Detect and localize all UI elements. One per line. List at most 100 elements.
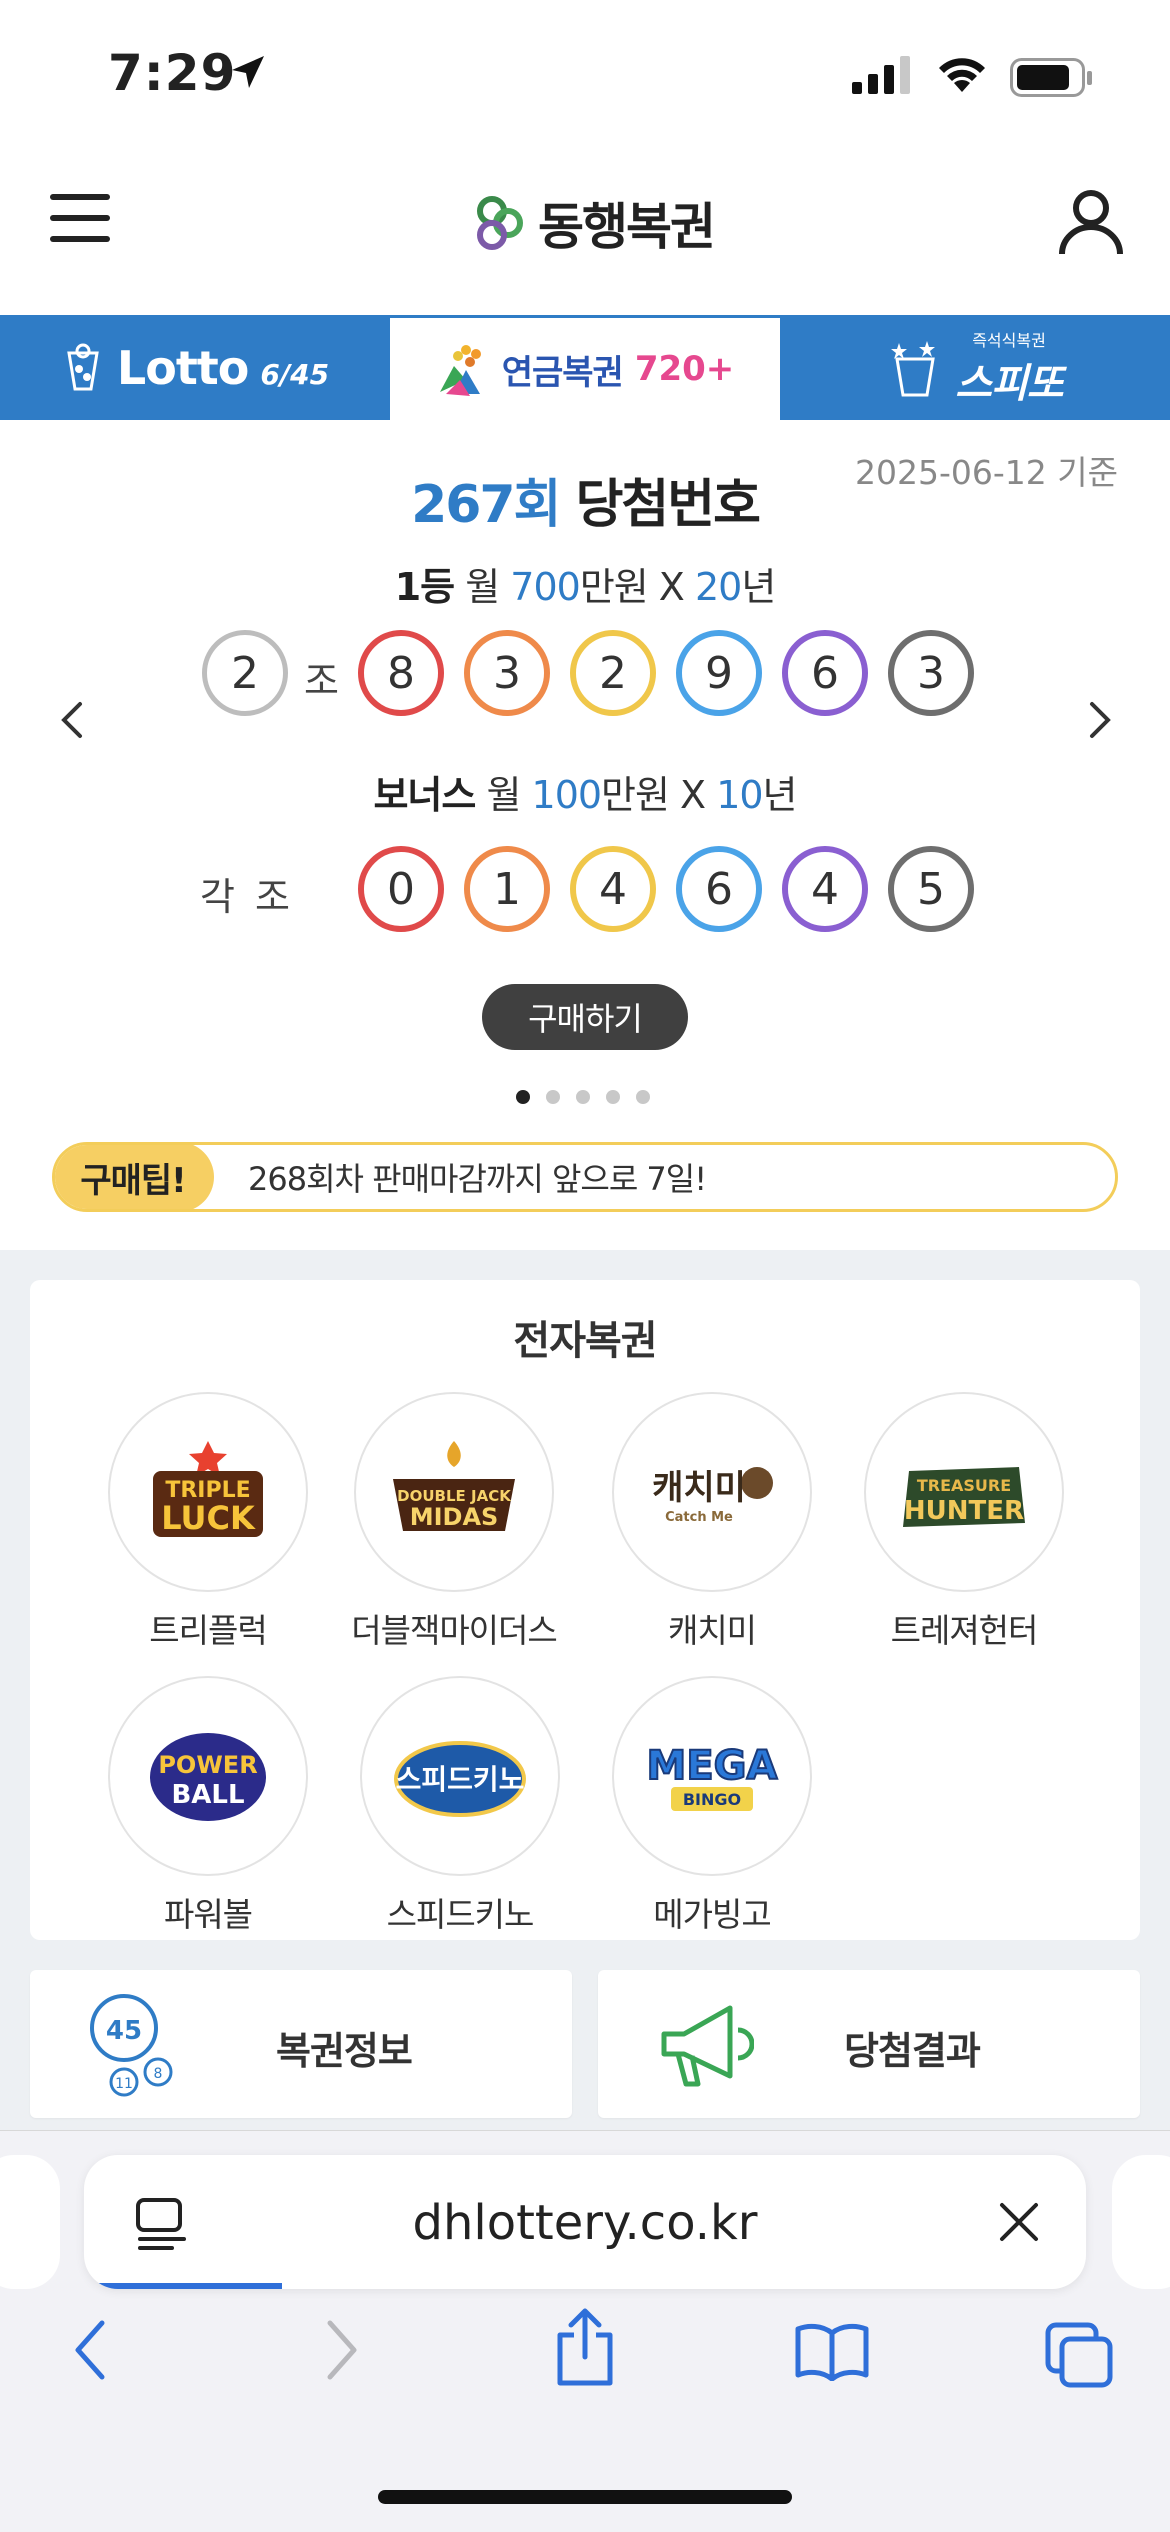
site-logo[interactable]: 동행복권: [470, 188, 716, 258]
carousel-dot[interactable]: [516, 1090, 530, 1104]
lottery-tabs: Lotto 6/45 연금복권 720+ 즉석식복권 스피또: [0, 315, 1170, 420]
buy-button[interactable]: 구매하기: [482, 984, 688, 1050]
game-label: 메가빙고: [653, 1895, 771, 1934]
double-jack-logo-line2: MIDAS: [410, 1503, 499, 1531]
double-jack-midas-logo-icon: DOUBLE JACK MIDAS: [393, 1441, 515, 1531]
prev-chevron-icon[interactable]: [52, 690, 92, 750]
tab-lotto-sub: 6/45: [260, 358, 330, 391]
tab-pension-720[interactable]: 연금복권 720+: [390, 315, 780, 420]
next-tab-peek[interactable]: [1112, 2155, 1170, 2289]
game-logo-circle: DOUBLE JACK MIDAS: [354, 1392, 554, 1592]
each-group-label: 각 조: [200, 875, 294, 919]
treasure-hunter-logo-icon: TREASURE HUNTER: [903, 1467, 1025, 1527]
draw-round: 267회: [411, 475, 561, 535]
bonus-prize-unit: 만원 X: [601, 773, 706, 817]
bonus-number-ball: 5: [888, 846, 974, 932]
treasure-hunter-logo-line2: HUNTER: [904, 1496, 1024, 1526]
game-double-jack-midas[interactable]: DOUBLE JACK MIDAS 더블잭마이더스: [351, 1392, 558, 1652]
game-logo-circle: TREASURE HUNTER: [864, 1392, 1064, 1592]
game-speed-keno[interactable]: 스피드키노 스피드키노: [360, 1676, 560, 1936]
share-icon[interactable]: [550, 2307, 620, 2387]
next-chevron-icon[interactable]: [1080, 690, 1120, 750]
game-label: 캐치미: [667, 1611, 757, 1650]
first-number-ball: 3: [464, 630, 550, 716]
lottery-info-label: 복권정보: [276, 2029, 413, 2073]
tab-pension-num: 720+: [634, 349, 735, 389]
browser-bottom-bar: dhlottery.co.kr: [0, 2130, 1170, 2532]
first-prize-rank: 1등: [394, 565, 455, 609]
game-mega-bingo[interactable]: MEGA BINGO 메가빙고: [612, 1676, 812, 1936]
tab-lotto[interactable]: Lotto 6/45: [0, 315, 390, 420]
first-number-ball: 2: [570, 630, 656, 716]
bonus-number-ball: 0: [358, 846, 444, 932]
power-ball-logo-line2: BALL: [171, 1780, 244, 1810]
first-prize-years: 20: [694, 565, 742, 609]
game-triple-luck[interactable]: TRIPLE LUCK 트리플럭: [108, 1392, 308, 1652]
catch-me-logo-line2: Catch Me: [665, 1510, 733, 1525]
game-logo-circle: 캐치미 Catch Me: [612, 1392, 812, 1592]
first-prize-unit: 만원 X: [579, 565, 685, 609]
site-header: 동행복권: [0, 150, 1170, 315]
tab-pension-label: 연금복권: [501, 352, 624, 393]
user-account-icon[interactable]: [1056, 186, 1126, 256]
first-prize-pre: 월: [465, 565, 500, 609]
group-label: 조: [304, 659, 339, 703]
status-time: 7:29: [108, 44, 237, 102]
bonus-prize-year-unit: 년: [762, 773, 798, 817]
bonus-prize-rank: 보너스: [373, 773, 476, 817]
address-bar[interactable]: dhlottery.co.kr: [84, 2155, 1086, 2289]
info-ball-number: 45: [106, 2016, 142, 2046]
tab-speeto-small: 즉석식복권: [972, 330, 1046, 350]
lottery-info-card[interactable]: 45 11 8 복권정보: [30, 1970, 572, 2118]
electronic-lottery-title: 전자복권: [513, 1318, 657, 1364]
carousel-dot[interactable]: [546, 1090, 560, 1104]
bonus-number-ball: 1: [464, 846, 550, 932]
status-bar: 7:29: [0, 0, 1170, 150]
info-ball-number: 11: [115, 2076, 133, 2092]
speed-keno-logo-icon: 스피드키노: [394, 1741, 526, 1817]
first-prize-year-unit: 년: [741, 565, 776, 609]
cellular-signal-icon: [852, 56, 910, 94]
logo-text: 동행복권: [538, 198, 716, 256]
game-label: 파워볼: [163, 1895, 253, 1934]
winning-results-card[interactable]: 당첨결과: [598, 1970, 1140, 2118]
back-icon[interactable]: [66, 2315, 116, 2385]
carousel-dot[interactable]: [576, 1090, 590, 1104]
tab-speeto[interactable]: 즉석식복권 스피또: [780, 315, 1170, 420]
close-icon[interactable]: [996, 2199, 1042, 2245]
bonus-prize-amount: 100: [531, 773, 603, 817]
page: 7:29 동행복권 Lotto 6/45 연금복권 720+ 즉석식복권 스피또…: [0, 0, 1170, 2532]
first-number-ball: 6: [782, 630, 868, 716]
game-treasure-hunter[interactable]: TREASURE HUNTER 트레져헌터: [864, 1392, 1064, 1652]
game-label: 트리플럭: [149, 1611, 267, 1650]
carousel-dot[interactable]: [606, 1090, 620, 1104]
bonus-prize-years: 10: [716, 773, 763, 817]
tabs-icon[interactable]: [1044, 2321, 1114, 2389]
draw-title-suffix: 당첨번호: [575, 475, 761, 535]
game-power-ball[interactable]: POWER BALL 파워볼: [108, 1676, 308, 1936]
tip-text: 268회차 판매마감까지 앞으로 7일!: [248, 1160, 707, 1198]
megaphone-icon: [661, 2005, 754, 2087]
first-number-ball: 3: [888, 630, 974, 716]
treasure-hunter-logo-line1: TREASURE: [917, 1476, 1011, 1495]
mega-bingo-logo-line1: MEGA: [647, 1743, 778, 1789]
speed-keno-logo-line1: 스피드키노: [396, 1763, 525, 1796]
game-logo-circle: TRIPLE LUCK: [108, 1392, 308, 1592]
bonus-number-ball: 4: [570, 846, 656, 932]
game-logo-circle: POWER BALL: [108, 1676, 308, 1876]
hamburger-menu-icon[interactable]: [48, 190, 114, 246]
winning-results-label: 당첨결과: [844, 2029, 981, 2073]
power-ball-logo-icon: POWER BALL: [150, 1733, 266, 1821]
battery-icon: [1010, 58, 1092, 97]
game-logo-circle: 스피드키노: [360, 1676, 560, 1876]
purchase-tip-bar: 구매팁! 268회차 판매마감까지 앞으로 7일!: [52, 1142, 1118, 1212]
first-number-ball: 9: [676, 630, 762, 716]
carousel-dot[interactable]: [636, 1090, 650, 1104]
forward-icon[interactable]: [316, 2315, 366, 2385]
bonus-number-ball: 6: [676, 846, 762, 932]
game-catch-me[interactable]: 캐치미 Catch Me 캐치미: [612, 1392, 812, 1652]
pension-lottery-icon: [439, 345, 481, 396]
previous-tab-peek[interactable]: [0, 2155, 60, 2289]
url-text: dhlottery.co.kr: [412, 2195, 758, 2251]
bookmarks-icon[interactable]: [794, 2321, 870, 2381]
